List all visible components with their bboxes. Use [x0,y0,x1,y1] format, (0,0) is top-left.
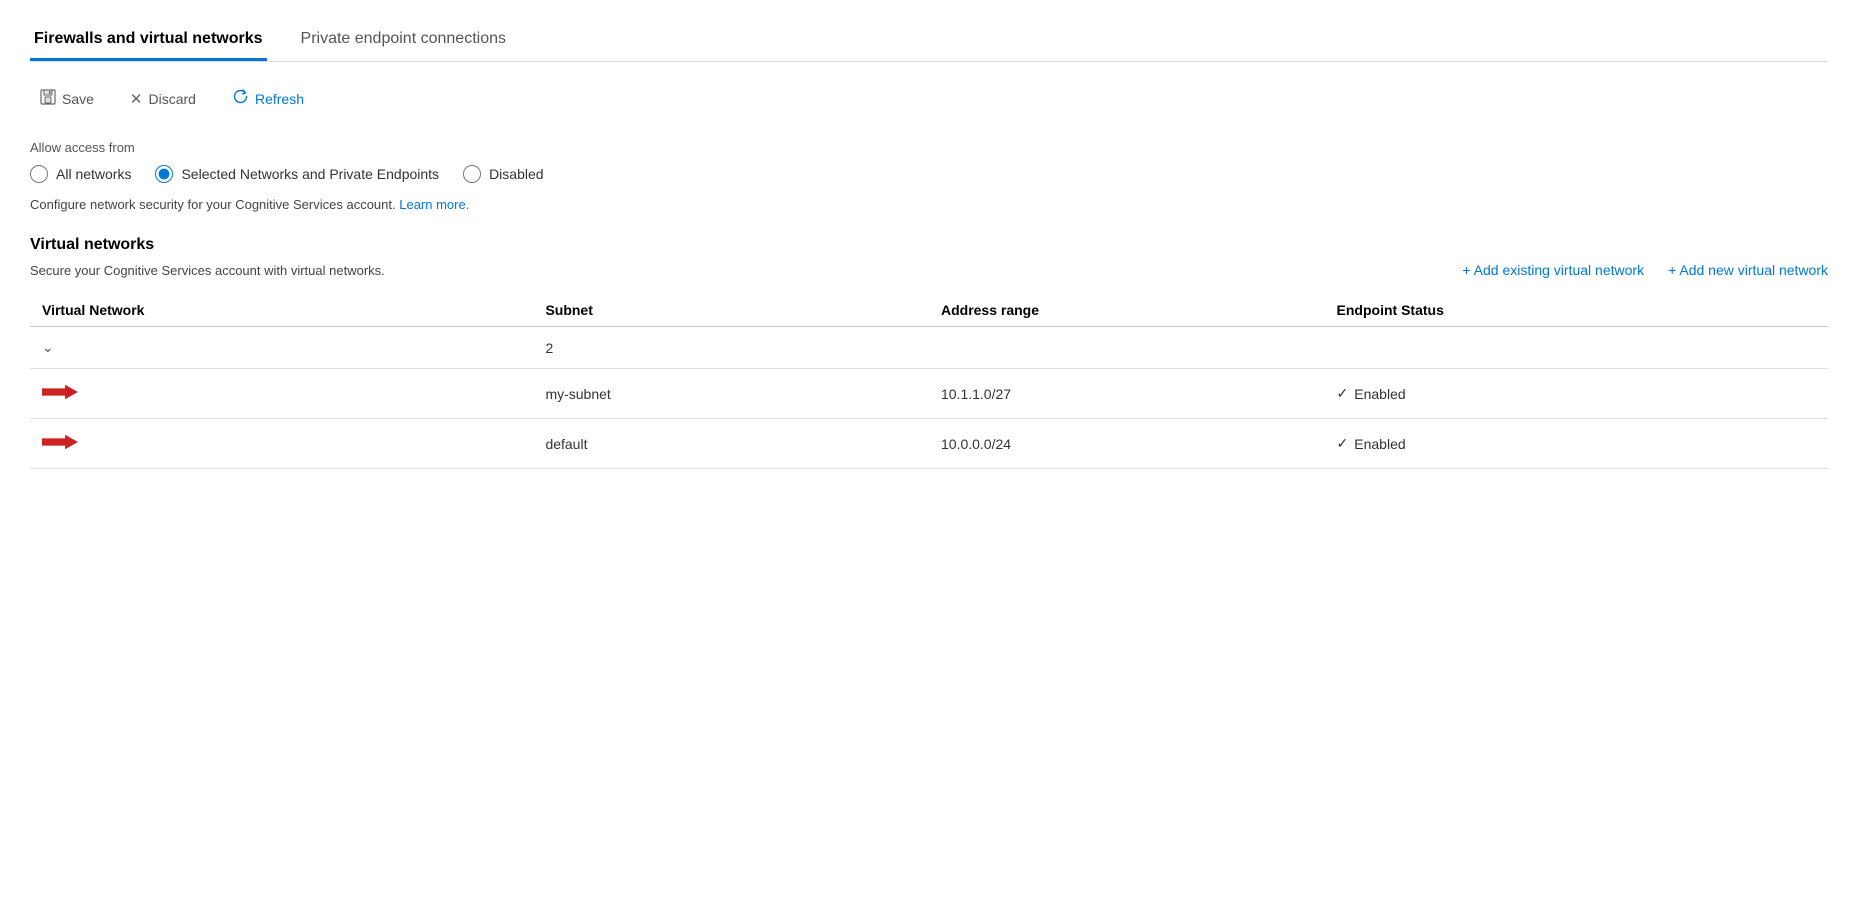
vnet-table-body: ⌄ 2 my-subnet 10.1.1.0/27 ✓ [30,327,1828,469]
save-button[interactable]: Save [30,83,104,116]
refresh-icon [232,88,249,110]
tab-firewalls[interactable]: Firewalls and virtual networks [30,20,267,61]
enabled-badge: ✓ Enabled [1337,385,1816,402]
check-icon: ✓ [1337,435,1349,452]
row-subnet: 2 [533,327,929,369]
row-subnet: my-subnet [533,369,929,419]
tab-private-endpoints[interactable]: Private endpoint connections [297,20,510,61]
check-icon: ✓ [1337,385,1349,402]
add-existing-vnet-link[interactable]: + Add existing virtual network [1462,262,1644,278]
col-subnet: Subnet [533,294,929,327]
discard-button[interactable]: ✕ Discard [120,84,206,114]
radio-selected-networks[interactable]: Selected Networks and Private Endpoints [155,165,439,183]
row-endpoint-status: ✓ Enabled [1325,369,1828,419]
toolbar: Save ✕ Discard Refresh [30,82,1828,116]
add-new-vnet-link[interactable]: + Add new virtual network [1668,262,1828,278]
vnet-subtitle: Secure your Cognitive Services account w… [30,263,385,278]
vnet-section-title: Virtual networks [30,236,1828,254]
row-address-range: 10.0.0.0/24 [929,419,1325,469]
save-label: Save [62,91,94,107]
access-label: Allow access from [30,140,1828,155]
row-virtual-network [30,369,533,419]
row-endpoint-status [1325,327,1828,369]
save-icon [40,89,56,110]
subnet-count: 2 [545,340,553,356]
vnet-table-header: Virtual Network Subnet Address range End… [30,294,1828,327]
learn-more-link[interactable]: Learn more. [399,197,469,212]
row-subnet: default [533,419,929,469]
radio-all-networks-input[interactable] [30,165,48,183]
status-label: Enabled [1354,436,1405,452]
enabled-badge: ✓ Enabled [1337,435,1816,452]
row-address-range: 10.1.1.0/27 [929,369,1325,419]
vnet-actions: + Add existing virtual network + Add new… [1462,262,1828,278]
chevron-down-icon[interactable]: ⌄ [42,339,54,355]
col-address-range: Address range [929,294,1325,327]
refresh-label: Refresh [255,91,304,107]
vnet-header-row: Secure your Cognitive Services account w… [30,262,1828,278]
row-address-range [929,327,1325,369]
vnet-table: Virtual Network Subnet Address range End… [30,294,1828,469]
radio-disabled-label: Disabled [489,166,543,182]
red-arrow-icon [42,431,78,453]
row-endpoint-status: ✓ Enabled [1325,419,1828,469]
radio-selected-networks-input[interactable] [155,165,173,183]
description-text: Configure network security for your Cogn… [30,197,1828,212]
discard-label: Discard [149,91,196,107]
discard-icon: ✕ [130,90,143,108]
col-virtual-network: Virtual Network [30,294,533,327]
status-label: Enabled [1354,386,1405,402]
radio-all-networks-label: All networks [56,166,131,182]
table-row: ⌄ 2 [30,327,1828,369]
col-endpoint-status: Endpoint Status [1325,294,1828,327]
access-radio-group: All networks Selected Networks and Priva… [30,165,1828,183]
radio-disabled-input[interactable] [463,165,481,183]
red-arrow-icon [42,381,78,403]
radio-all-networks[interactable]: All networks [30,165,131,183]
row-virtual-network: ⌄ [30,327,533,369]
radio-disabled[interactable]: Disabled [463,165,543,183]
row-virtual-network [30,419,533,469]
table-row: default 10.0.0.0/24 ✓ Enabled [30,419,1828,469]
tab-bar: Firewalls and virtual networks Private e… [30,20,1828,62]
radio-selected-networks-label: Selected Networks and Private Endpoints [181,166,439,182]
table-row: my-subnet 10.1.1.0/27 ✓ Enabled [30,369,1828,419]
refresh-button[interactable]: Refresh [222,82,314,116]
